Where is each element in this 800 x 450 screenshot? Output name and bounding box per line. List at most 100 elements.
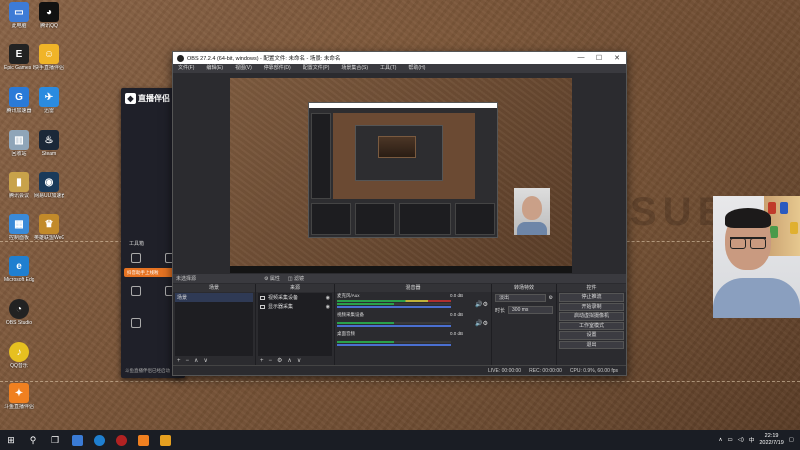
desktop-icon[interactable]: ▥ 回收站 <box>4 130 34 157</box>
webcam-face <box>522 196 542 220</box>
desktop-icon[interactable]: ♪ QQ音乐 <box>4 342 34 369</box>
desktop-icon[interactable]: ✈ 迅雷 <box>34 87 64 114</box>
menu-profile[interactable]: 配置文件(P) <box>303 64 330 73</box>
duration-input[interactable]: 300 ms <box>508 306 553 314</box>
desktop-icon[interactable]: ◉ 网易UU加速器 <box>34 172 64 199</box>
mixer-channel: 视频采集设备 0.0 dB 🔊⚙ <box>335 311 491 330</box>
desktop-icon[interactable]: ▮ 腾讯会议 <box>4 172 34 199</box>
notification-icon[interactable]: ▢ <box>789 437 794 443</box>
obs-titlebar[interactable]: OBS 27.2.4 (64-bit, windows) - 配置文件: 未命名… <box>173 52 626 64</box>
source-settings-button[interactable]: ⚙ <box>277 357 282 365</box>
desktop-icon[interactable]: ▭ 此电脑 <box>4 2 34 29</box>
filters-button[interactable]: ◫ 滤镜 <box>288 275 304 282</box>
desktop-icon[interactable]: ▦ 控制面板 <box>4 214 34 241</box>
menu-docks[interactable]: 停靠部件(D) <box>264 64 291 73</box>
start-recording-button[interactable]: 开始录制 <box>559 302 624 311</box>
stop-streaming-button[interactable]: 停止推流 <box>559 293 624 302</box>
remove-source-button[interactable]: − <box>269 357 273 365</box>
source-item[interactable]: 显示器采集 ◉ <box>258 302 332 311</box>
clock-time: 22:19 <box>764 433 779 439</box>
minimize-button[interactable]: — <box>572 54 590 62</box>
taskbar-app[interactable] <box>88 430 110 450</box>
ime-indicator[interactable]: 中 <box>749 436 755 444</box>
transition-settings-icon[interactable]: ⚙ <box>549 295 553 301</box>
window-controls: — ☐ ✕ <box>572 54 626 62</box>
properties-button[interactable]: ⚙ 属性 <box>264 275 280 282</box>
menu-scene-collection[interactable]: 场景集合(S) <box>341 64 368 73</box>
clock[interactable]: 22:19 2022/7/19 <box>759 433 783 447</box>
volume-fader[interactable] <box>337 325 451 327</box>
tray-caret-icon[interactable]: ∧ <box>719 437 723 443</box>
steam-icon: ♨ <box>39 130 59 150</box>
taskbar-app[interactable] <box>66 430 88 450</box>
menu-view[interactable]: 视图(V) <box>235 64 252 73</box>
taskbar-app[interactable] <box>110 430 132 450</box>
desktop-icon[interactable]: G 腾讯加速器 <box>4 87 34 114</box>
tool-icon[interactable] <box>131 253 141 263</box>
search-icon[interactable]: ⚲ <box>22 430 44 450</box>
companion-logo-icon: ◆ <box>125 93 136 104</box>
network-icon[interactable]: ▭ <box>728 437 733 443</box>
controls-dock: 控件 停止推流 开始录制 启动虚拟摄像机 工作室模式 设置 退出 <box>557 284 626 366</box>
nested-dock <box>355 203 395 235</box>
desktop-icon[interactable]: ♨ Steam <box>34 130 64 157</box>
virtual-camera-button[interactable]: 启动虚拟摄像机 <box>559 312 624 321</box>
menu-help[interactable]: 帮助(H) <box>408 64 425 73</box>
preview-webcam-source <box>514 188 550 235</box>
meeting-icon: ▮ <box>9 172 29 192</box>
nested-dock <box>455 203 495 235</box>
exit-button[interactable]: 退出 <box>559 340 624 349</box>
menu-file[interactable]: 文件(F) <box>178 64 194 73</box>
sources-footer: + − ⚙ ∧ ∨ <box>258 357 332 365</box>
nested-dock <box>399 203 451 235</box>
tool-icon[interactable] <box>131 318 141 328</box>
volume-fader[interactable] <box>337 306 451 308</box>
preview-nested-obs <box>308 102 498 238</box>
add-source-button[interactable]: + <box>260 357 264 365</box>
desktop-icon[interactable]: ☺ 快手直播伴侣 <box>34 44 64 71</box>
add-scene-button[interactable]: + <box>177 357 181 365</box>
maximize-button[interactable]: ☐ <box>590 54 608 62</box>
visibility-icon[interactable]: ◉ <box>326 304 330 310</box>
taskbar-app[interactable] <box>132 430 154 450</box>
desktop-icon[interactable]: ✦ 斗鱼直播伴侣 <box>4 383 34 410</box>
settings-button[interactable]: 设置 <box>559 331 624 340</box>
qq-music-icon: ♪ <box>9 342 29 362</box>
desktop-icon[interactable]: ◔ OBS Studio <box>4 299 34 326</box>
start-icon[interactable]: ⊞ <box>0 430 22 450</box>
speaker-icon[interactable]: 🔊⚙ <box>475 320 488 327</box>
transition-select[interactable]: 淡出 <box>495 294 546 302</box>
move-scene-up-button[interactable]: ∧ <box>194 357 198 365</box>
uu-icon: ◉ <box>39 172 59 192</box>
scenes-list[interactable]: 场景 <box>175 293 253 356</box>
obs-preview[interactable] <box>230 78 572 273</box>
volume-icon[interactable]: ◁) <box>738 437 744 443</box>
visibility-icon[interactable]: ◉ <box>326 295 330 301</box>
remove-scene-button[interactable]: − <box>186 357 190 365</box>
desktop-icon[interactable]: eMicrosoft Edge <box>4 256 34 283</box>
menu-edit[interactable]: 编辑(E) <box>206 64 223 73</box>
move-source-up-button[interactable]: ∧ <box>287 357 291 365</box>
obs-logo-icon <box>177 54 184 62</box>
task-view-icon[interactable]: ❐ <box>44 430 66 450</box>
close-button[interactable]: ✕ <box>608 54 626 62</box>
desktop-icon[interactable]: ◕ 腾讯QQ <box>34 2 64 29</box>
obs-window[interactable]: OBS 27.2.4 (64-bit, windows) - 配置文件: 未命名… <box>172 51 627 376</box>
studio-mode-button[interactable]: 工作室模式 <box>559 321 624 330</box>
scenes-dock-title: 场景 <box>173 284 255 292</box>
tool-icon[interactable] <box>131 286 141 296</box>
scenes-dock: 场景 场景 + − ∧ ∨ <box>173 284 255 366</box>
move-source-down-button[interactable]: ∨ <box>297 357 301 365</box>
taskbar-app[interactable] <box>154 430 176 450</box>
desktop-icon[interactable]: EEpic Games Launcher <box>4 44 34 71</box>
sources-list[interactable]: 视频采集设备 ◉ 显示器采集 ◉ <box>258 293 332 356</box>
speaker-icon[interactable]: 🔊⚙ <box>475 301 488 308</box>
move-scene-down-button[interactable]: ∨ <box>203 357 207 365</box>
controls-dock-title: 控件 <box>557 284 626 292</box>
preview-taskbar <box>230 266 572 273</box>
source-item[interactable]: 视频采集设备 ◉ <box>258 293 332 302</box>
menu-tools[interactable]: 工具(T) <box>380 64 396 73</box>
volume-fader[interactable] <box>337 344 451 346</box>
scene-item[interactable]: 场景 <box>175 293 253 302</box>
desktop-icon[interactable]: ♛英雄联盟WeGame <box>34 214 64 241</box>
